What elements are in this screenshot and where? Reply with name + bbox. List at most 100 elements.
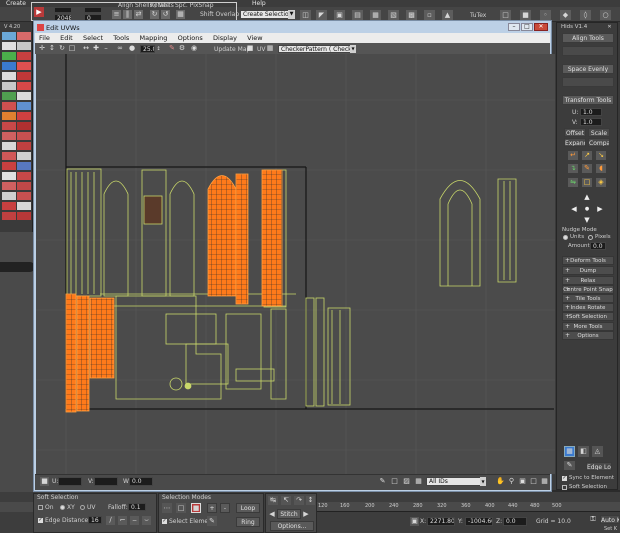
grid-select-icon[interactable]: ▦ bbox=[564, 446, 575, 457]
edge-select-icon[interactable]: ◧ bbox=[578, 446, 589, 457]
subtract-icon[interactable]: – bbox=[102, 44, 110, 52]
ring-button[interactable]: Ring bbox=[236, 517, 260, 527]
transform-icon-1[interactable]: ↵ bbox=[568, 151, 578, 160]
bottom-tool-icon-1[interactable]: ✎ bbox=[378, 477, 387, 486]
falloff-curve-icon-1[interactable]: ∕ bbox=[106, 516, 115, 525]
tool-icon-34[interactable] bbox=[17, 192, 31, 200]
tool-icon-6[interactable] bbox=[17, 52, 31, 60]
tool-icon-23[interactable] bbox=[2, 142, 16, 150]
menu-file[interactable]: File bbox=[39, 33, 50, 43]
tool-icon-30[interactable] bbox=[17, 172, 31, 180]
soft-on-checkbox[interactable] bbox=[38, 505, 43, 510]
nudge-down-icon[interactable]: ▼ bbox=[583, 215, 591, 225]
tool-icon-37[interactable] bbox=[2, 212, 16, 220]
xy-radio[interactable] bbox=[60, 505, 65, 510]
tool-icon-7[interactable] bbox=[2, 62, 16, 70]
transform-tools-button[interactable]: Transform Tools bbox=[562, 95, 614, 105]
align-icon-row[interactable] bbox=[562, 46, 614, 56]
transform-icon-9[interactable]: ◈ bbox=[596, 178, 606, 187]
tool-icon-18[interactable] bbox=[17, 112, 31, 120]
soft-selection-checkbox[interactable] bbox=[562, 485, 567, 490]
edge-loop-button[interactable]: Edge Loop bbox=[586, 462, 612, 471]
ids-dropdown[interactable]: All IDs bbox=[426, 477, 484, 486]
stitch-button[interactable]: Stitch bbox=[277, 509, 301, 519]
tool-icon-13[interactable] bbox=[2, 92, 16, 100]
expand-button[interactable]: Expand bbox=[564, 138, 586, 147]
menu-display[interactable]: Display bbox=[213, 33, 237, 43]
selection-set-dropdown[interactable]: Create Selection Se bbox=[240, 10, 292, 19]
stitch-icon-3[interactable]: ↷ bbox=[294, 496, 304, 505]
tool-icon-3[interactable] bbox=[2, 42, 16, 50]
tool-icon-8[interactable] bbox=[17, 62, 31, 70]
y-coord-field[interactable]: -1004.602 bbox=[465, 517, 493, 526]
view-icon[interactable]: ◉ bbox=[190, 44, 198, 52]
tool-icon-36[interactable] bbox=[17, 202, 31, 210]
shift-overlap-label[interactable]: Shift Overlap bbox=[200, 11, 239, 18]
u-coord-field[interactable] bbox=[58, 477, 82, 486]
turbo-label[interactable]: TuTex bbox=[470, 12, 486, 19]
snap-toolbar-icon[interactable]: ∞ bbox=[116, 44, 124, 52]
z-coord-field[interactable]: 0.0 bbox=[503, 517, 527, 526]
options-button[interactable]: Options... bbox=[270, 521, 314, 531]
nudge-right-icon[interactable]: ▶ bbox=[595, 205, 605, 213]
zoom-all-icon[interactable]: ▦ bbox=[540, 477, 549, 486]
bottom-tool-icon-4[interactable]: ▦ bbox=[414, 477, 423, 486]
tool-icon-25[interactable] bbox=[2, 152, 16, 160]
align-icon-3[interactable]: ⇄ bbox=[134, 10, 143, 19]
nudge-left-icon[interactable]: ◀ bbox=[569, 205, 579, 213]
toolbar-icon-i[interactable]: ▲ bbox=[442, 10, 453, 20]
face-mode-icon[interactable]: ■ bbox=[191, 503, 201, 513]
brush-icon[interactable]: ⚙ bbox=[178, 44, 186, 52]
lock-icon[interactable]: ● bbox=[128, 44, 136, 52]
key-icon[interactable]: ⚿ bbox=[588, 515, 598, 524]
checker-pattern-dropdown[interactable]: CheckerPattern ( Checker ) bbox=[278, 45, 352, 53]
add-icon[interactable]: ✚ bbox=[92, 44, 100, 52]
nudge-center-icon[interactable]: ● bbox=[583, 205, 591, 213]
amount-field[interactable]: 0.0 bbox=[590, 242, 606, 250]
grow-selection-button[interactable]: + bbox=[207, 503, 217, 513]
uv-radio[interactable] bbox=[80, 505, 85, 510]
falloff-curve-icon-3[interactable]: ⌢ bbox=[130, 516, 139, 525]
stitch-icon-4[interactable]: ↕ bbox=[306, 496, 315, 505]
transform-icon-6[interactable]: ◖ bbox=[596, 164, 606, 173]
toolbar-icon-c[interactable]: ▣ bbox=[334, 10, 345, 20]
tool-icon-12[interactable] bbox=[17, 82, 31, 90]
transform-u-field[interactable]: 1.0 bbox=[580, 108, 602, 116]
space-evenly-button[interactable]: Space Evenly bbox=[562, 64, 614, 74]
menu-help[interactable]: Help bbox=[252, 0, 266, 7]
units-radio[interactable] bbox=[563, 235, 568, 240]
rollout-soft-selection[interactable]: + Soft Selection bbox=[562, 312, 614, 321]
stitch-icon-2[interactable]: ↸ bbox=[281, 496, 291, 505]
toolbar-icon-j[interactable]: □ bbox=[500, 10, 511, 20]
transform-icon-2[interactable]: ↗ bbox=[582, 151, 592, 160]
rollout-more-tools[interactable]: + More Tools bbox=[562, 322, 614, 331]
tool-icon-21[interactable] bbox=[2, 132, 16, 140]
rollout-dump[interactable]: + Dump bbox=[562, 266, 614, 275]
tool-icon-11[interactable] bbox=[2, 82, 16, 90]
stitch-left-icon[interactable]: ◀ bbox=[268, 510, 276, 518]
zoom-region-icon[interactable]: ▣ bbox=[518, 477, 527, 486]
texture-icon[interactable]: ■ bbox=[246, 44, 254, 52]
tool-icon-38[interactable] bbox=[17, 212, 31, 220]
minimize-button[interactable]: – bbox=[508, 23, 520, 31]
menu-create[interactable]: Create bbox=[6, 0, 26, 7]
tool-icon-10[interactable] bbox=[17, 72, 31, 80]
shrink-selection-button[interactable]: - bbox=[220, 503, 230, 513]
tool-icon-4[interactable] bbox=[17, 42, 31, 50]
channel-icon[interactable]: ▦ bbox=[266, 44, 274, 52]
maximize-button[interactable]: □ bbox=[521, 23, 533, 31]
spinner-icon[interactable]: ↕ bbox=[156, 45, 161, 53]
toolbar-icon-e[interactable]: ▦ bbox=[370, 10, 381, 20]
offset-button[interactable]: Offset bbox=[564, 128, 586, 137]
uv-viewport[interactable] bbox=[36, 54, 555, 474]
toolbar-icon-g[interactable]: ▩ bbox=[406, 10, 417, 20]
zoom-icon[interactable]: ⚲ bbox=[507, 477, 516, 486]
toolbar-icon-m[interactable]: ◆ bbox=[560, 10, 571, 20]
checker-chevron-icon[interactable]: ▼ bbox=[350, 45, 356, 53]
pointer-icon[interactable]: ▶ bbox=[34, 7, 44, 17]
rotate-ccw-icon[interactable]: ↺ bbox=[161, 10, 170, 19]
rotate-label[interactable]: Rotate bbox=[150, 2, 170, 9]
transform-icon-8[interactable]: □ bbox=[582, 178, 592, 187]
menu-edit[interactable]: Edit bbox=[60, 33, 73, 43]
tool-icon-31[interactable] bbox=[2, 182, 16, 190]
